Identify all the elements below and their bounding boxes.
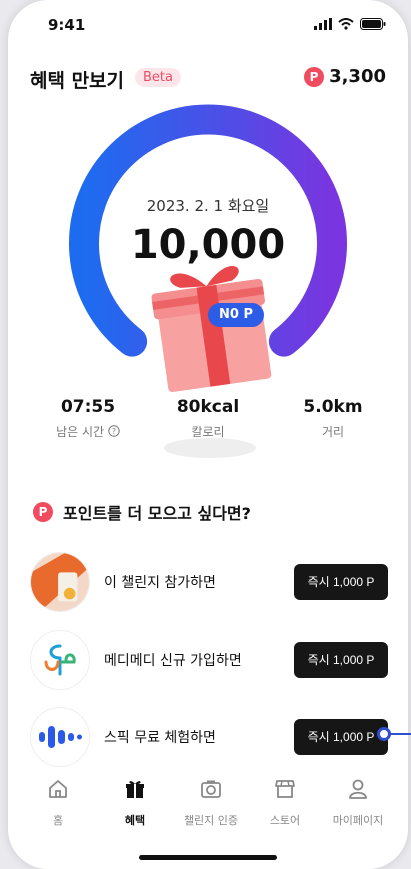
page-title: 혜택 만보기	[30, 70, 125, 92]
tab-store[interactable]: 스토어	[245, 778, 325, 828]
signal-icon	[314, 18, 332, 30]
section-title-text: 포인트를 더 모으고 싶다면?	[63, 504, 251, 523]
stat-value: 80kcal	[176, 397, 240, 417]
home-icon	[49, 780, 67, 798]
offer-row[interactable]: 이 챌린지 참가하면 즉시 1,000 P	[30, 552, 400, 616]
stat-distance: 5.0km 거리	[273, 397, 393, 440]
tab-mypage[interactable]: 마이페이지	[318, 778, 398, 828]
medimedi-logo-icon	[30, 630, 90, 690]
phone-frame: 9:41 혜택 만보기 Beta P 3,300 2023. 2. 1 화요일 …	[8, 0, 408, 869]
points-balance[interactable]: P 3,300	[304, 66, 386, 87]
tab-label: 마이페이지	[332, 814, 384, 827]
stat-value: 5.0km	[303, 397, 363, 417]
tab-benefits[interactable]: 혜택	[95, 778, 175, 828]
stat-label-text: 남은 시간	[56, 425, 105, 439]
svg-text:?: ?	[112, 427, 116, 436]
tab-label: 홈	[52, 814, 64, 827]
challenge-photo	[30, 552, 90, 612]
tab-home[interactable]: 홈	[18, 778, 98, 828]
offer-row[interactable]: 스픽 무료 체험하면 즉시 1,000 P	[30, 707, 400, 771]
status-bar: 9:41	[8, 14, 408, 40]
stat-remaining-time: 07:55 남은 시간 ?	[28, 397, 148, 440]
battery-icon	[360, 18, 386, 30]
section-title: P 포인트를 더 모으고 싶다면?	[33, 500, 251, 524]
status-time: 9:41	[48, 16, 86, 34]
home-indicator[interactable]	[139, 855, 277, 860]
stat-calories: 80kcal 칼로리	[148, 397, 268, 440]
tab-label: 챌린지 인증	[183, 814, 239, 827]
speak-logo-icon	[30, 707, 90, 767]
status-icons	[314, 18, 386, 30]
tab-challenge-verify[interactable]: 챌린지 인증	[171, 778, 251, 828]
point-coin-icon: P	[33, 502, 53, 522]
gift-icon	[126, 781, 144, 798]
offer-label: 메디메디 신규 가입하면	[104, 653, 242, 669]
claim-points-button[interactable]: 즉시 1,000 P	[294, 564, 388, 600]
beta-badge: Beta	[135, 68, 181, 87]
tab-label: 스토어	[269, 814, 301, 827]
point-coin-icon: P	[304, 66, 325, 87]
annotation-dot	[377, 727, 391, 741]
user-icon	[349, 779, 367, 799]
offer-label: 이 챌린지 참가하면	[104, 575, 216, 591]
help-icon[interactable]: ?	[108, 425, 120, 437]
gift-shadow	[164, 438, 256, 458]
header: 혜택 만보기 Beta P 3,300	[8, 62, 408, 96]
camera-icon	[201, 780, 221, 798]
date-label: 2023. 2. 1 화요일	[146, 197, 270, 215]
offer-row[interactable]: 메디메디 신규 가입하면 즉시 1,000 P	[30, 630, 400, 694]
store-icon	[275, 780, 295, 798]
stat-value: 07:55	[60, 397, 116, 417]
offer-label: 스픽 무료 체험하면	[104, 730, 216, 746]
stat-label: 남은 시간 ?	[28, 423, 148, 440]
points-value: 3,300	[329, 66, 386, 87]
gift-points-badge: N0 P	[208, 303, 264, 327]
wifi-icon	[338, 18, 354, 30]
tab-label: 혜택	[124, 814, 146, 827]
bottom-tab-bar: 홈 혜택 챌린지 인증 스토어 마이페이지	[8, 778, 408, 838]
stat-label: 거리	[321, 425, 345, 439]
claim-points-button[interactable]: 즉시 1,000 P	[294, 642, 388, 678]
claim-points-button[interactable]: 즉시 1,000 P	[294, 719, 388, 755]
